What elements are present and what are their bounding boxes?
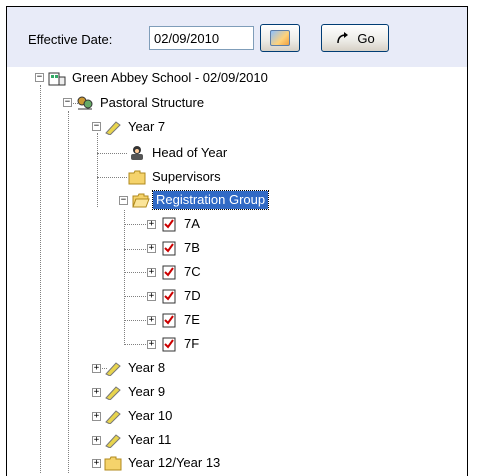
tree-node-label: Year 12/Year 13: [128, 455, 221, 470]
tree-node-label: Green Abbey School - 02/09/2010: [72, 70, 268, 85]
tree-node-year-11[interactable]: Year 11: [104, 430, 174, 450]
expand-year9-toggle[interactable]: +: [92, 388, 101, 397]
register-icon: [160, 312, 178, 328]
register-icon: [160, 336, 178, 352]
expand-toggle[interactable]: +: [147, 316, 156, 325]
tree-node-label: Pastoral Structure: [100, 95, 205, 110]
tree-node-pastoral-structure[interactable]: Pastoral Structure: [76, 93, 207, 113]
year-tag-icon: [104, 432, 122, 448]
expand-toggle[interactable]: +: [147, 340, 156, 349]
folder-icon: [128, 169, 146, 185]
register-icon: [160, 264, 178, 280]
tree-node-group-7c[interactable]: 7C: [160, 262, 204, 282]
tree-node-year-10[interactable]: Year 10: [104, 406, 175, 426]
year-tag-icon: [104, 384, 122, 400]
tree-node-group-7d[interactable]: 7D: [160, 286, 204, 306]
tree-node-root[interactable]: Green Abbey School - 02/09/2010: [48, 68, 271, 88]
expand-toggle[interactable]: +: [147, 220, 156, 229]
tree-node-group-7f[interactable]: 7F: [160, 334, 202, 354]
tree-node-label: Head of Year: [152, 145, 228, 160]
person-icon: [128, 145, 146, 161]
expand-year10-toggle[interactable]: +: [92, 412, 101, 421]
collapse-root-toggle[interactable]: −: [35, 73, 44, 82]
tree-node-year-8[interactable]: Year 8: [104, 358, 168, 378]
year-tag-icon: [104, 360, 122, 376]
open-folder-icon: [132, 192, 150, 208]
tree-node-registration-group[interactable]: Registration Group: [132, 190, 270, 210]
collapse-pastoral-toggle[interactable]: −: [63, 98, 72, 107]
expand-year11-toggle[interactable]: +: [92, 436, 101, 445]
tree-node-label: 7F: [184, 336, 200, 351]
tree-node-group-7a[interactable]: 7A: [160, 214, 203, 234]
register-icon: [160, 288, 178, 304]
tree-node-label: Year 11: [128, 432, 172, 447]
pastoral-icon: [76, 95, 94, 111]
tree-node-supervisors[interactable]: Supervisors: [128, 167, 224, 187]
tree-node-label: 7E: [184, 312, 200, 327]
year-tag-icon: [104, 119, 122, 135]
expand-toggle[interactable]: +: [147, 268, 156, 277]
tree-node-year-9[interactable]: Year 9: [104, 382, 168, 402]
tree-node-label: Registration Group: [151, 190, 270, 210]
tree-node-year-7[interactable]: Year 7: [104, 117, 168, 137]
org-tree: − Green Abbey School - 02/09/2010 − Past…: [0, 0, 481, 473]
tree-node-label: 7D: [184, 288, 201, 303]
tree-node-group-7b[interactable]: 7B: [160, 238, 203, 258]
tree-node-label: Year 7: [128, 119, 166, 134]
register-icon: [160, 216, 178, 232]
expand-year12-13-toggle[interactable]: +: [92, 459, 101, 468]
expand-year8-toggle[interactable]: +: [92, 364, 101, 373]
tree-node-label: 7A: [184, 216, 200, 231]
year-tag-icon: [104, 408, 122, 424]
tree-node-head-of-year[interactable]: Head of Year: [128, 143, 230, 163]
folder-icon: [104, 455, 122, 471]
tree-node-year-12-13[interactable]: Year 12/Year 13: [104, 453, 223, 473]
tree-node-label: 7C: [184, 264, 201, 279]
expand-toggle[interactable]: +: [147, 292, 156, 301]
register-icon: [160, 240, 178, 256]
tree-node-label: Year 8: [128, 360, 166, 375]
collapse-year7-toggle[interactable]: −: [92, 122, 101, 131]
tree-node-label: Year 9: [128, 384, 166, 399]
tree-node-label: Supervisors: [152, 169, 221, 184]
tree-node-label: 7B: [184, 240, 200, 255]
school-icon: [48, 70, 66, 86]
expand-toggle[interactable]: +: [147, 244, 156, 253]
tree-node-group-7e[interactable]: 7E: [160, 310, 203, 330]
tree-node-label: Year 10: [128, 408, 173, 423]
collapse-registration-toggle[interactable]: −: [119, 196, 128, 205]
